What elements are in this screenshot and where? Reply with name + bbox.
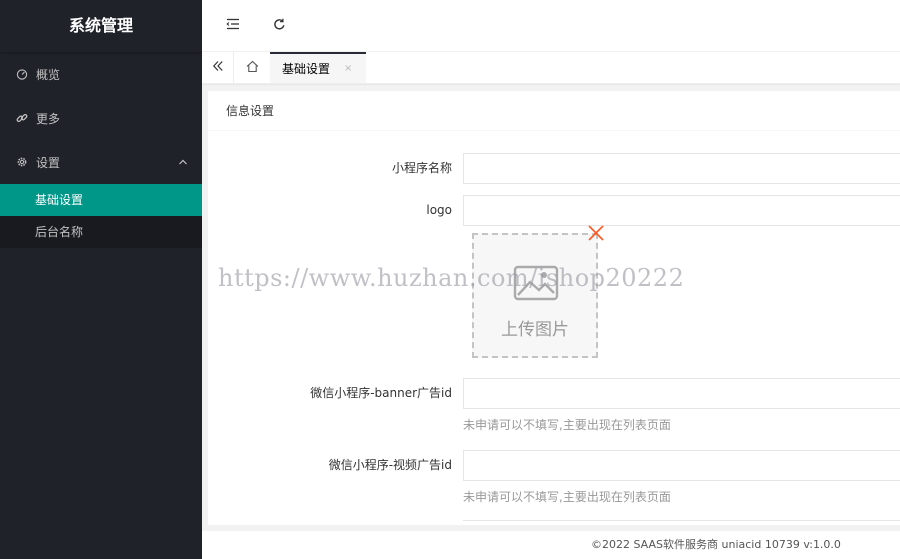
sidebar-item-basic-settings[interactable]: 基础设置 (0, 184, 202, 216)
sidebar-item-more[interactable]: 更多 (0, 96, 202, 140)
footer-text: ©2022 SAAS软件服务商 uniacid 10739 v:1.0.0 (591, 538, 841, 551)
tab-close-icon[interactable]: × (344, 63, 352, 74)
tab-label: 基础设置 (282, 62, 331, 76)
video-ad-label: 微信小程序-视频广告id (328, 458, 452, 472)
app-name-input[interactable] (463, 153, 900, 184)
form-row-banner-ad: 微信小程序-banner广告id (208, 378, 900, 409)
form-row-logo: logo (208, 195, 900, 226)
app-name-label: 小程序名称 (391, 161, 452, 175)
image-upload-box[interactable]: 上传图片 (472, 233, 598, 358)
app-title: 系统管理 (0, 0, 202, 52)
sidebar-item-admin-name[interactable]: 后台名称 (0, 216, 202, 248)
gear-icon (16, 156, 28, 168)
tab-basic-settings[interactable]: 基础设置 × (270, 52, 367, 83)
link-icon (16, 112, 28, 124)
remove-image-close-icon[interactable] (587, 224, 605, 242)
card-title: 信息设置 (208, 91, 900, 131)
refresh-icon (273, 18, 286, 34)
settings-submenu: 基础设置 后台名称 (0, 184, 202, 248)
video-ad-input[interactable] (463, 450, 900, 481)
dashboard-icon (16, 68, 28, 80)
chevron-up-icon (178, 156, 188, 170)
banner-ad-hint: 未申请可以不填写,主要出现在列表页面 (463, 418, 671, 432)
upload-label: 上传图片 (501, 320, 569, 340)
sidebar-item-settings[interactable]: 设置 (0, 140, 202, 184)
sidebar: 系统管理 概览 更多 设置 基础设置 后台名称 (0, 0, 202, 559)
image-icon (513, 265, 559, 304)
menu-fold-button[interactable] (210, 0, 256, 52)
sidebar-item-label: 概览 (36, 67, 61, 82)
logo-input[interactable] (463, 195, 900, 226)
next-input-edge (463, 520, 900, 525)
home-tab-button[interactable] (234, 52, 270, 83)
banner-ad-label: 微信小程序-banner广告id (310, 386, 452, 400)
tabs-scroll-left-button[interactable] (202, 52, 234, 83)
footer: ©2022 SAAS软件服务商 uniacid 10739 v:1.0.0 (202, 531, 900, 559)
form-row-video-ad: 微信小程序-视频广告id (208, 450, 900, 481)
refresh-button[interactable] (256, 0, 302, 52)
menu-fold-icon (226, 18, 240, 33)
video-ad-hint: 未申请可以不填写,主要出现在列表页面 (463, 490, 671, 504)
settings-form: 小程序名称 logo (208, 131, 900, 226)
main-card: 信息设置 小程序名称 logo 上传图片 微信小程序-banner广告id 未申… (208, 91, 900, 525)
double-chevron-left-icon (212, 60, 224, 75)
sidebar-item-overview[interactable]: 概览 (0, 52, 202, 96)
top-header (202, 0, 900, 52)
sidebar-item-label: 设置 (36, 155, 61, 170)
banner-ad-input[interactable] (463, 378, 900, 409)
home-icon (246, 60, 259, 76)
page-tabs: 基础设置 × (202, 52, 900, 84)
form-row-app-name: 小程序名称 (208, 153, 900, 184)
logo-label: logo (426, 203, 452, 217)
sidebar-item-label: 更多 (36, 111, 61, 126)
